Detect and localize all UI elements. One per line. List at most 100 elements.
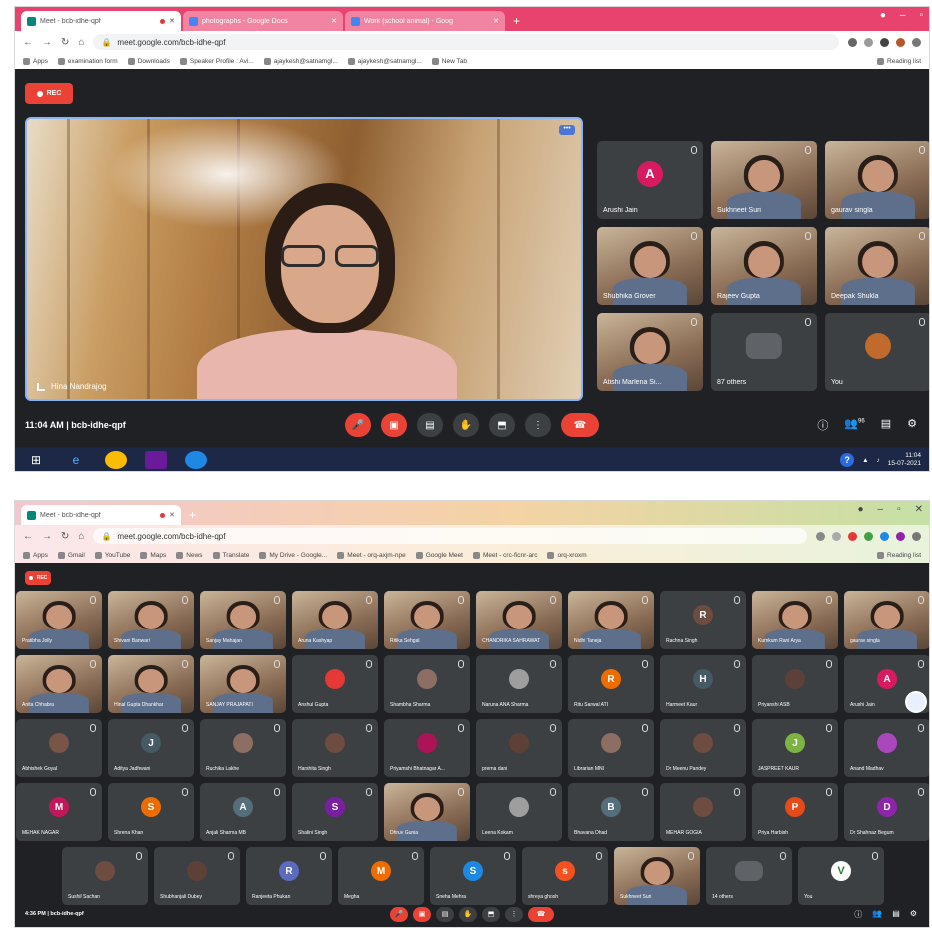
leave-call-button[interactable]: ☎	[528, 906, 554, 922]
participant-tile[interactable]: Shivani Banwari	[108, 591, 194, 649]
back-icon[interactable]: ←	[23, 37, 33, 48]
close-tab-icon[interactable]: ✕	[169, 17, 175, 25]
bookmark-item[interactable]: Google Meet	[415, 551, 463, 559]
participant-tile[interactable]: gaurav singla	[844, 591, 929, 649]
participant-tile[interactable]: S Sneha Mehra	[430, 847, 516, 905]
maximize-icon[interactable]: ▫	[897, 504, 901, 515]
extension-icon[interactable]	[880, 531, 889, 541]
close-tab-icon[interactable]: ✕	[169, 511, 175, 519]
bookmark-item[interactable]: Speaker Profile : Avi...	[179, 57, 254, 65]
participant-tile[interactable]: Dhruv Gunia	[384, 783, 470, 841]
participant-tile[interactable]: H Harmeet Kaur	[660, 655, 746, 713]
participant-tile[interactable]: Ritika Sehgal	[384, 591, 470, 649]
raise-hand-button[interactable]: ✋	[459, 906, 477, 922]
ie-icon[interactable]: e	[65, 451, 87, 469]
chat-icon[interactable]: ▤	[881, 417, 891, 433]
camera-toggle-button[interactable]: ▣	[381, 413, 407, 437]
bookmark-item[interactable]: Meet - orq-axjm-npe	[337, 551, 406, 559]
participant-tile[interactable]: Nidhi Taneja	[568, 591, 654, 649]
chat-icon[interactable]: ▤	[892, 909, 900, 920]
browser-tab[interactable]: Meet - bcb-idhe-qpf ✕	[21, 11, 181, 31]
participant-tile[interactable]: R Ritu Sarwal ATI	[568, 655, 654, 713]
participant-tile[interactable]: B Bhavana Dhad	[568, 783, 654, 841]
participant-tile[interactable]: Shambha Sharma	[384, 655, 470, 713]
participant-tile[interactable]: Priyamshi Bhatnagar A...	[384, 719, 470, 777]
info-icon[interactable]: ⓘ	[854, 909, 862, 920]
bookmark-item[interactable]: ajaykesh@satnamgl...	[263, 57, 338, 65]
browser-tab[interactable]: Meet - bcb-idhe-qpf ✕	[21, 505, 181, 525]
close-tab-icon[interactable]: ✕	[331, 17, 337, 25]
minimize-icon[interactable]: –	[900, 10, 906, 21]
participant-tile[interactable]: Shubhika Grover	[597, 227, 703, 305]
browser-tab[interactable]: photographs - Google Docs ✕	[183, 11, 343, 31]
participant-tile[interactable]: 14 others	[706, 847, 792, 905]
new-tab-icon[interactable]: +	[513, 14, 520, 28]
reload-icon[interactable]: ↻	[61, 37, 69, 48]
participant-tile[interactable]: Anand Madhav	[844, 719, 929, 777]
camera-toggle-button[interactable]: ▣	[413, 906, 431, 922]
participant-tile[interactable]: M MEHAK NAGAR	[16, 783, 102, 841]
photos-icon[interactable]	[145, 451, 167, 469]
participant-tile[interactable]: R Rachna Singh	[660, 591, 746, 649]
url-field[interactable]: 🔒 meet.google.com/bcb-idhe-qpf	[93, 34, 839, 50]
volume-icon[interactable]: ♪	[877, 457, 880, 464]
participant-tile[interactable]: Leena Kokam	[476, 783, 562, 841]
more-options-button[interactable]: ⋮	[505, 906, 523, 922]
participant-tile[interactable]: Ruchika Lakhe	[200, 719, 286, 777]
camera-indicator-icon[interactable]	[848, 37, 857, 47]
participant-tile[interactable]: s shreya ghosh	[522, 847, 608, 905]
present-button[interactable]: ⬒	[482, 906, 500, 922]
bookmark-item[interactable]: examination form	[57, 57, 118, 65]
reading-list-button[interactable]: Reading list	[877, 551, 921, 559]
participant-tile[interactable]: Harshita Singh	[292, 719, 378, 777]
bookmark-item[interactable]: Gmail	[57, 551, 85, 559]
info-icon[interactable]: ⓘ	[817, 417, 828, 433]
people-icon[interactable]: 👥	[872, 909, 882, 920]
participant-tile[interactable]: Deepak Shukla	[825, 227, 929, 305]
bookmark-item[interactable]: Downloads	[127, 57, 170, 65]
participant-tile[interactable]: Anshul Gupta	[292, 655, 378, 713]
participant-tile[interactable]: Priyanshi ASB	[752, 655, 838, 713]
more-options-icon[interactable]: •••	[559, 125, 575, 135]
bookmark-item[interactable]: orq-xroxm	[547, 551, 587, 559]
participant-tile[interactable]: A Arushi Jain	[597, 141, 703, 219]
participant-tile[interactable]: J JASPREET KAUR	[752, 719, 838, 777]
star-icon[interactable]	[832, 531, 841, 541]
profile-icon[interactable]: ●	[880, 10, 886, 21]
participant-tile[interactable]: prerna dani	[476, 719, 562, 777]
participant-tile[interactable]: Atishi Marlena Si...	[597, 313, 703, 391]
captions-button[interactable]: ▤	[417, 413, 443, 437]
profile-icon[interactable]: ●	[857, 504, 863, 515]
browser-tab[interactable]: Work (school animal) - Goog ✕	[345, 11, 505, 31]
help-icon[interactable]: ?	[840, 453, 855, 467]
participant-tile[interactable]: S Shalini Singh	[292, 783, 378, 841]
participant-tile[interactable]: V You	[798, 847, 884, 905]
bookmark-item[interactable]: Meet - crc-ficnr-arc	[472, 551, 537, 559]
participant-tile[interactable]: Anita Chhabra	[16, 655, 102, 713]
pin-icon[interactable]	[37, 382, 45, 391]
participant-tile[interactable]: Kumkum Rani Arya	[752, 591, 838, 649]
mic-toggle-button[interactable]: 🎤	[345, 413, 371, 437]
avatar[interactable]	[896, 531, 905, 541]
participant-tile[interactable]: 87 others	[711, 313, 817, 391]
participant-tile[interactable]: P Priya Harbish	[752, 783, 838, 841]
maximize-icon[interactable]: ▫	[919, 10, 923, 21]
forward-icon[interactable]: →	[42, 531, 52, 542]
close-tab-icon[interactable]: ✕	[493, 17, 499, 25]
people-icon[interactable]: 👥96	[844, 417, 864, 433]
participant-tile[interactable]: Sanjay Mahajan	[200, 591, 286, 649]
participant-tile[interactable]: Librarian MNI	[568, 719, 654, 777]
participant-tile[interactable]: Shubhanjali Dubey	[154, 847, 240, 905]
participant-tile[interactable]: S Shrena Khan	[108, 783, 194, 841]
extension-icon[interactable]	[864, 531, 873, 541]
bookmark-item[interactable]: ajaykesh@satnamgl...	[347, 57, 422, 65]
bookmark-item[interactable]: Apps	[23, 57, 48, 65]
leave-call-button[interactable]: ☎	[561, 413, 599, 437]
bookmark-item[interactable]: My Drive - Google...	[259, 551, 327, 559]
activities-icon[interactable]: ⚙	[910, 909, 917, 920]
participant-tile[interactable]: Rajeev Gupta	[711, 227, 817, 305]
bookmark-item[interactable]: YouTube	[94, 551, 130, 559]
participant-tile[interactable]: Hinal Gupta Dhankhar	[108, 655, 194, 713]
tray-clock[interactable]: 11:04 15-07-2021	[888, 452, 921, 468]
participant-tile[interactable]: gaurav singla	[825, 141, 929, 219]
